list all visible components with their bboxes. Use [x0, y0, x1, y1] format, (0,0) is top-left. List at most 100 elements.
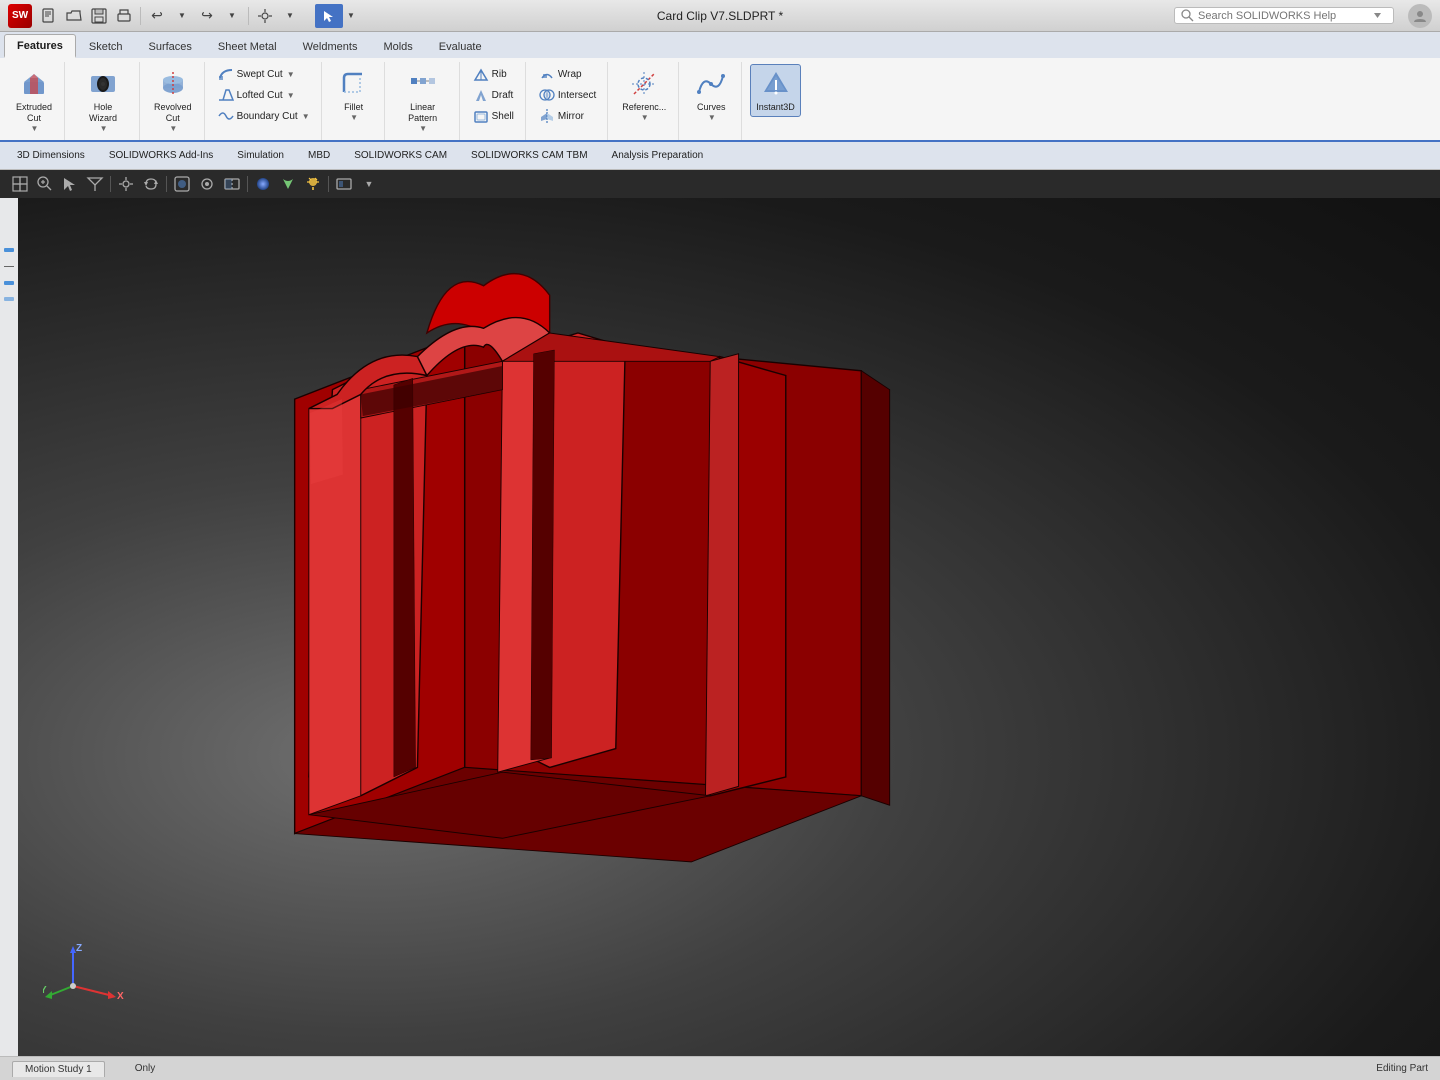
sidebar-marker-2[interactable]	[4, 281, 14, 285]
revolved-cut-button[interactable]: RevolvedCut ▼	[148, 64, 198, 137]
view-hide-icon[interactable]	[197, 174, 217, 194]
tab-features[interactable]: Features	[4, 34, 76, 58]
save-button[interactable]	[88, 5, 110, 27]
view-color2-icon[interactable]	[278, 174, 298, 194]
ribbon-content: ExtrudedCut ▼	[0, 58, 1440, 140]
view-zoom-icon[interactable]	[35, 174, 55, 194]
view-orientation-icon[interactable]	[10, 174, 30, 194]
extruded-cut-dropdown[interactable]: ▼	[31, 124, 39, 133]
undo-button[interactable]: ↩	[146, 5, 168, 27]
swept-cut-dropdown[interactable]: ▼	[287, 70, 295, 79]
tab-mbd[interactable]: MBD	[297, 145, 341, 167]
search-bar[interactable]	[1174, 7, 1394, 24]
linear-pattern-button[interactable]: Linear Pattern ▼	[393, 64, 453, 137]
axis-indicator: Z X Y	[43, 941, 128, 1006]
hole-wizard-button[interactable]: Hole Wizard ▼	[73, 64, 133, 137]
sidebar-marker-1[interactable]	[4, 248, 14, 252]
title-bar: SW ↩ ▼ ↪ ▼	[0, 0, 1440, 32]
sw-logo: SW	[8, 4, 32, 28]
view-lighting-icon[interactable]	[303, 174, 323, 194]
curves-button[interactable]: Curves ▼	[687, 64, 735, 126]
tab-weldments[interactable]: Weldments	[290, 34, 371, 58]
wrap-icon	[539, 66, 555, 82]
group-hole-content: Hole Wizard ▼	[73, 64, 133, 140]
sidebar-divider	[4, 266, 14, 267]
tab-solidworks-cam-tbm[interactable]: SOLIDWORKS CAM TBM	[460, 145, 599, 167]
shell-button[interactable]: Shell	[468, 106, 519, 126]
redo-dropdown[interactable]: ▼	[221, 5, 243, 27]
instant3d-label: Instant3D	[756, 102, 795, 113]
linear-pattern-dropdown[interactable]: ▼	[419, 124, 427, 133]
boundary-cut-button[interactable]: Boundary Cut ▼	[213, 106, 315, 126]
reference-geometry-button[interactable]: Referenc... ▼	[616, 64, 672, 126]
reference-geometry-dropdown[interactable]: ▼	[641, 113, 649, 122]
tab-solidworks-cam[interactable]: SOLIDWORKS CAM	[343, 145, 458, 167]
view-filter-icon[interactable]	[85, 174, 105, 194]
rib-button[interactable]: Rib	[468, 64, 519, 84]
revolved-cut-dropdown[interactable]: ▼	[169, 124, 177, 133]
group-fillet: Fillet ▼	[324, 62, 385, 140]
curves-dropdown[interactable]: ▼	[708, 113, 716, 122]
revolved-cut-icon	[157, 68, 189, 100]
fillet-dropdown[interactable]: ▼	[350, 113, 358, 122]
fillet-button[interactable]: Fillet ▼	[330, 64, 378, 126]
new-button[interactable]	[38, 5, 60, 27]
wrap-button[interactable]: Wrap	[534, 64, 601, 84]
view-color1-icon[interactable]	[253, 174, 273, 194]
sidebar-marker-3[interactable]	[4, 297, 14, 301]
redo-button[interactable]: ↪	[196, 5, 218, 27]
undo-dropdown[interactable]: ▼	[171, 5, 193, 27]
view-display-icon[interactable]	[172, 174, 192, 194]
tab-3d-dimensions[interactable]: 3D Dimensions	[6, 145, 96, 167]
mirror-button[interactable]: Mirror	[534, 106, 601, 126]
open-button[interactable]	[63, 5, 85, 27]
rib-label: Rib	[492, 69, 507, 80]
hole-wizard-dropdown[interactable]: ▼	[100, 124, 108, 133]
group-revolve-content: RevolvedCut ▼	[148, 64, 198, 140]
svg-text:Y: Y	[43, 985, 47, 996]
tab-analysis-preparation[interactable]: Analysis Preparation	[601, 145, 715, 167]
extruded-cut-button[interactable]: ExtrudedCut ▼	[10, 64, 58, 137]
intersect-button[interactable]: Intersect	[534, 85, 601, 105]
group-fillet-content: Fillet ▼	[330, 64, 378, 140]
tab-molds[interactable]: Molds	[370, 34, 425, 58]
lofted-cut-dropdown[interactable]: ▼	[287, 91, 295, 100]
view-move-icon[interactable]	[116, 174, 136, 194]
mirror-label: Mirror	[558, 111, 584, 122]
tab-sketch[interactable]: Sketch	[76, 34, 136, 58]
status-text: Only	[135, 1063, 156, 1074]
shell-icon	[473, 108, 489, 124]
select-tool-btn[interactable]	[315, 4, 343, 28]
swept-cut-icon	[218, 66, 234, 82]
tab-sheet-metal[interactable]: Sheet Metal	[205, 34, 290, 58]
settings-dropdown[interactable]: ▼	[279, 5, 301, 27]
search-input[interactable]	[1198, 10, 1368, 22]
search-icon	[1181, 9, 1194, 22]
viewport[interactable]: Z X Y	[18, 198, 1440, 1056]
boundary-cut-dropdown[interactable]: ▼	[302, 112, 310, 121]
draft-button[interactable]: Draft	[468, 85, 519, 105]
reference-geometry-label: Referenc...	[622, 102, 666, 113]
motion-study-tab[interactable]: Motion Study 1	[12, 1061, 105, 1077]
view-dropdown-icon[interactable]: ▼	[359, 174, 379, 194]
lofted-cut-button[interactable]: Lofted Cut ▼	[213, 85, 315, 105]
intersect-label: Intersect	[558, 90, 596, 101]
user-icon[interactable]	[1408, 4, 1432, 28]
tab-solidworks-addins[interactable]: SOLIDWORKS Add-Ins	[98, 145, 224, 167]
tab-surfaces[interactable]: Surfaces	[136, 34, 205, 58]
view-display-mode-icon[interactable]	[334, 174, 354, 194]
options-button[interactable]	[254, 5, 276, 27]
view-section-icon[interactable]	[222, 174, 242, 194]
vt-sep2	[166, 176, 167, 192]
swept-cut-button[interactable]: Swept Cut ▼	[213, 64, 315, 84]
view-rotate-icon[interactable]	[141, 174, 161, 194]
tab-evaluate[interactable]: Evaluate	[426, 34, 495, 58]
tab-simulation[interactable]: Simulation	[226, 145, 295, 167]
print-button[interactable]	[113, 5, 135, 27]
hole-wizard-icon	[87, 68, 119, 100]
group-curves-content: Curves ▼	[687, 64, 735, 140]
reference-geometry-icon	[628, 68, 660, 100]
select-tool-dropdown[interactable]: ▼	[345, 4, 357, 28]
view-select-icon[interactable]	[60, 174, 80, 194]
instant3d-button[interactable]: Instant3D	[750, 64, 801, 117]
